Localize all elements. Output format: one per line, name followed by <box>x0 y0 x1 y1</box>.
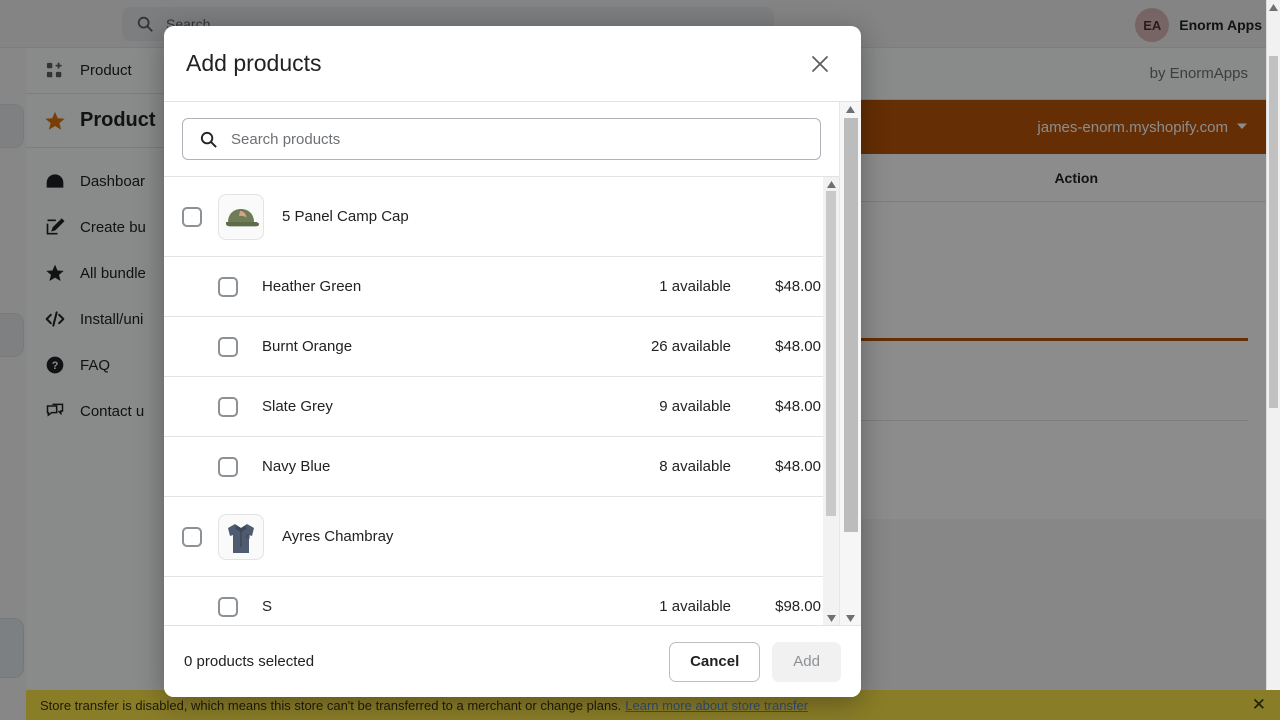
variant-checkbox[interactable] <box>218 457 238 477</box>
modal-footer: 0 products selected Cancel Add <box>164 625 861 697</box>
variant-price: $48.00 <box>731 338 821 355</box>
variant-row[interactable]: Slate Grey 9 available $48.00 <box>164 377 839 437</box>
variant-checkbox[interactable] <box>218 597 238 617</box>
product-name: Ayres Chambray <box>282 528 393 545</box>
modal-title: Add products <box>186 50 322 77</box>
search-placeholder: Search products <box>231 131 340 148</box>
variant-row[interactable]: Heather Green 1 available $48.00 <box>164 257 839 317</box>
variant-name: S <box>262 598 272 615</box>
product-search-zone: Search products <box>164 102 861 177</box>
product-name: 5 Panel Camp Cap <box>282 208 409 225</box>
chambray-shirt-thumbnail <box>218 514 264 560</box>
add-button[interactable]: Add <box>772 642 841 682</box>
variant-row[interactable]: S 1 available $98.00 <box>164 577 839 625</box>
product-list[interactable]: 5 Panel Camp Cap Heather Green 1 availab… <box>164 177 839 625</box>
search-input[interactable]: Search products <box>182 118 821 160</box>
variant-availability: 1 available <box>621 598 731 615</box>
product-checkbox[interactable] <box>182 527 202 547</box>
list-scroll-down-arrow[interactable] <box>823 611 839 625</box>
variant-name: Heather Green <box>262 278 361 295</box>
page-scroll-thumb[interactable] <box>1269 56 1278 408</box>
product-checkbox[interactable] <box>182 207 202 227</box>
product-row[interactable]: Ayres Chambray <box>164 497 839 577</box>
variant-availability: 26 available <box>621 338 731 355</box>
variant-row[interactable]: Navy Blue 8 available $48.00 <box>164 437 839 497</box>
list-scroll-thumb[interactable] <box>826 191 836 516</box>
variant-availability: 9 available <box>621 398 731 415</box>
variant-price: $98.00 <box>731 598 821 615</box>
variant-row[interactable]: Burnt Orange 26 available $48.00 <box>164 317 839 377</box>
add-products-modal: Add products Search products <box>164 26 861 697</box>
camp-cap-thumbnail <box>218 194 264 240</box>
variant-checkbox[interactable] <box>218 397 238 417</box>
list-scroll-up-arrow[interactable] <box>823 177 839 191</box>
banner-link[interactable]: Learn more about store transfer <box>625 698 808 713</box>
variant-availability: 8 available <box>621 458 731 475</box>
modal-scroll-thumb[interactable] <box>844 118 858 532</box>
cancel-button[interactable]: Cancel <box>669 642 760 682</box>
variant-checkbox[interactable] <box>218 277 238 297</box>
page-scrollbar[interactable] <box>1266 0 1280 720</box>
search-icon <box>197 128 219 150</box>
variant-name: Navy Blue <box>262 458 330 475</box>
variant-availability: 1 available <box>621 278 731 295</box>
close-icon[interactable]: ✕ <box>1252 695 1266 715</box>
variant-checkbox[interactable] <box>218 337 238 357</box>
modal-scroll-up-arrow[interactable] <box>840 102 861 116</box>
modal-header: Add products <box>164 26 861 102</box>
scroll-up-arrow[interactable] <box>1267 0 1280 14</box>
variant-price: $48.00 <box>731 278 821 295</box>
variant-price: $48.00 <box>731 458 821 475</box>
variant-name: Slate Grey <box>262 398 333 415</box>
variant-name: Burnt Orange <box>262 338 352 355</box>
modal-scrollbar[interactable] <box>839 102 861 625</box>
footer-actions: Cancel Add <box>669 642 841 682</box>
variant-price: $48.00 <box>731 398 821 415</box>
close-icon[interactable] <box>805 49 835 79</box>
list-scrollbar[interactable] <box>823 177 839 625</box>
modal-scroll-down-arrow[interactable] <box>840 611 861 625</box>
modal-body: Search products 5 Panel Camp Cap Heather… <box>164 102 861 625</box>
selected-count: 0 products selected <box>184 653 314 670</box>
product-row[interactable]: 5 Panel Camp Cap <box>164 177 839 257</box>
banner-text: Store transfer is disabled, which means … <box>40 698 621 713</box>
